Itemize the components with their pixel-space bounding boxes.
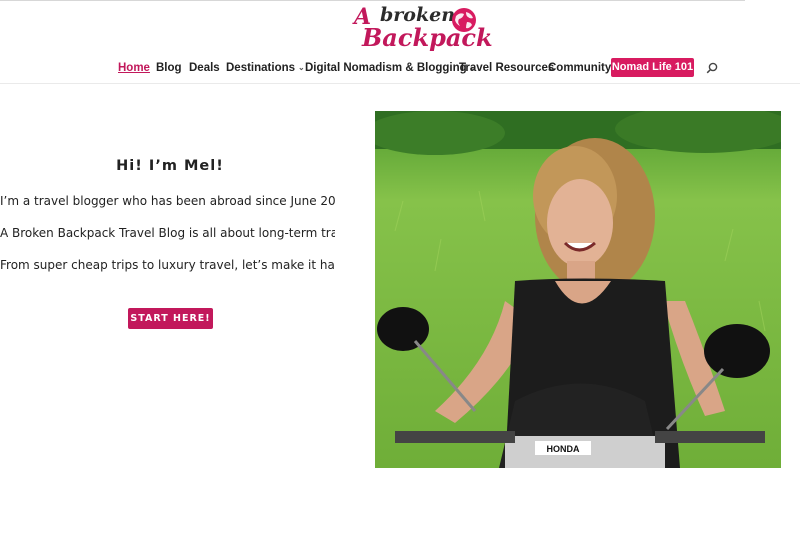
nav-digital-nomadism-label: Digital Nomadism & Blogging [305,62,467,74]
nav-community[interactable]: Community [548,56,611,80]
nav-home[interactable]: Home [118,56,150,80]
site-logo[interactable]: A broken Backpack [350,4,493,52]
nav-destinations-label: Destinations [226,62,296,74]
hero-section: Hi! I’m Mel! I’m a travel blogger who ha… [0,90,360,390]
nomad-life-button[interactable]: Nomad Life 101 [611,58,694,77]
nav-travel-resources[interactable]: Travel Resources [459,56,554,80]
start-here-button[interactable]: START HERE! [128,308,213,329]
woman-on-scooter-image: HONDA [375,111,781,468]
hero-photo: HONDA [375,111,781,468]
globe-icon [452,8,476,32]
bike-brand-label: HONDA [547,444,580,454]
nav-deals[interactable]: Deals [189,56,220,80]
nav-destinations[interactable]: Destinations ⌄ [226,56,305,80]
hero-line-2: A Broken Backpack Travel Blog is all abo… [0,226,335,240]
chevron-down-icon: ⌄ [298,63,305,72]
main-nav: Home Blog Deals Destinations ⌄ Digital No… [0,56,800,84]
nav-blog[interactable]: Blog [156,56,182,80]
nav-digital-nomadism[interactable]: Digital Nomadism & Blogging ⌄ [305,56,476,80]
hero-line-1: I’m a travel blogger who has been abroad… [0,194,335,208]
hero-line-3: From super cheap trips to luxury travel,… [0,258,335,272]
hero-greeting: Hi! I’m Mel! [116,158,224,174]
top-border [0,0,745,1]
search-icon[interactable] [706,62,718,74]
